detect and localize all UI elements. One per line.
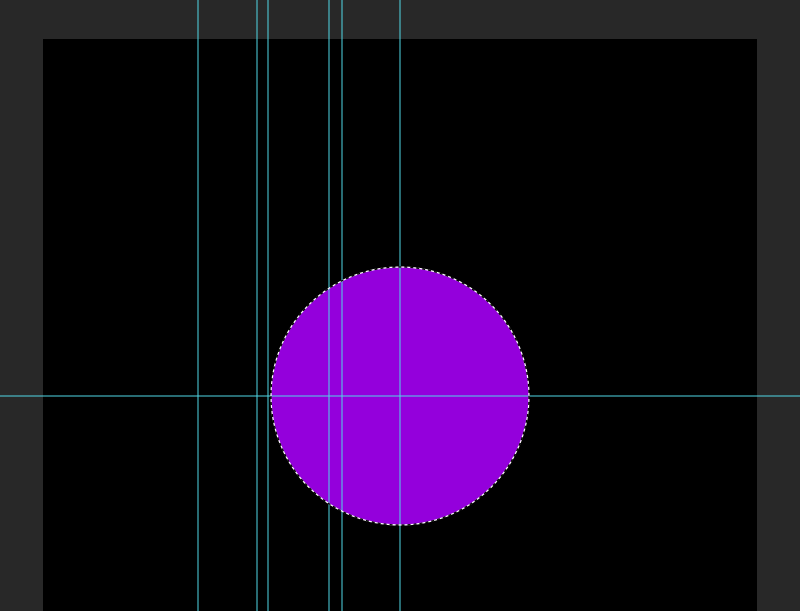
guide-lines	[0, 0, 800, 611]
canvas-overlay	[0, 0, 800, 611]
photoshop-workspace	[0, 0, 800, 611]
